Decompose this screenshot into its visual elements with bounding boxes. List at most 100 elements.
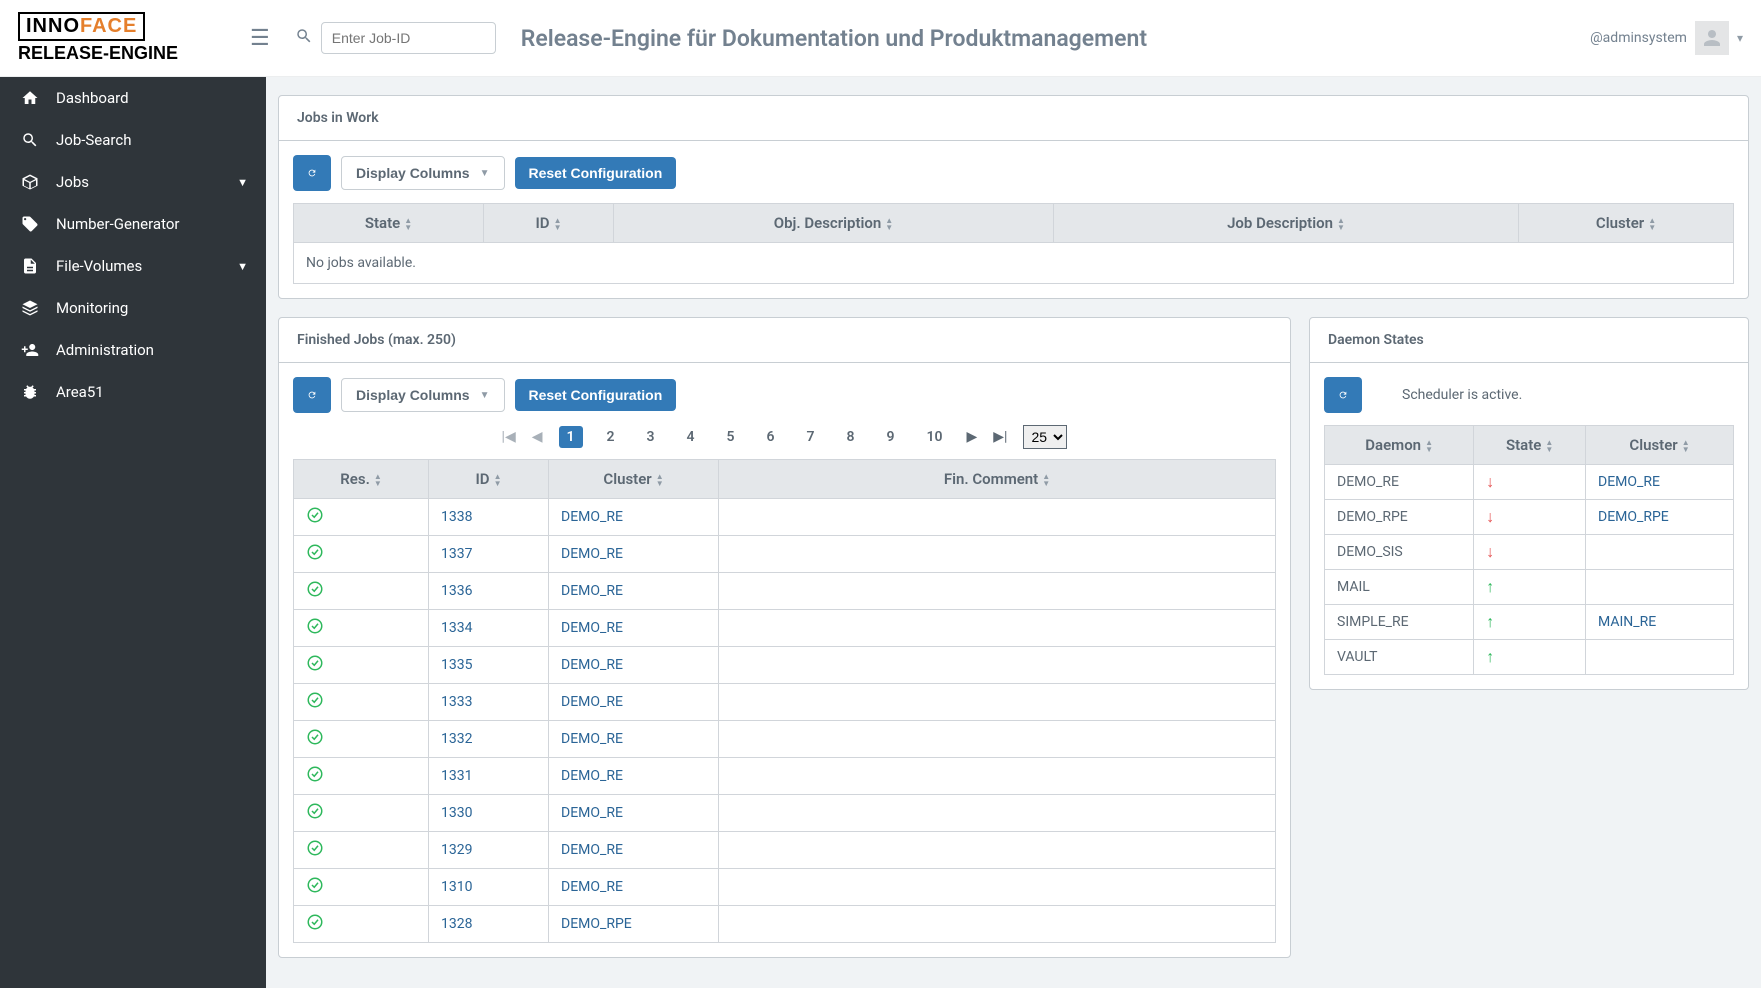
table-row: 1330 DEMO_RE xyxy=(294,795,1276,832)
table-row: 1335 DEMO_RE xyxy=(294,647,1276,684)
refresh-button[interactable] xyxy=(1324,377,1362,413)
column-header[interactable]: ID▲▼ xyxy=(429,460,549,499)
job-id-link[interactable]: 1333 xyxy=(441,694,472,710)
sidebar-item-label: Job-Search xyxy=(56,131,131,149)
job-id-link[interactable]: 1332 xyxy=(441,731,472,747)
finished-jobs-toolbar: Display Columns▼ Reset Configuration xyxy=(293,377,1276,413)
column-header[interactable]: Cluster▲▼ xyxy=(1586,426,1734,465)
page-number[interactable]: 2 xyxy=(599,426,623,448)
column-header[interactable]: ID▲▼ xyxy=(484,204,614,243)
sidebar-item-label: Administration xyxy=(56,341,154,359)
page-last-icon[interactable]: ▶| xyxy=(993,429,1007,445)
sort-icon: ▲▼ xyxy=(885,217,893,231)
hamburger-icon[interactable]: ☰ xyxy=(250,26,270,51)
sidebar-item-monitoring[interactable]: Monitoring xyxy=(0,287,266,329)
sort-icon: ▲▼ xyxy=(404,217,412,231)
page-next-icon[interactable]: ▶ xyxy=(967,429,978,445)
job-id-link[interactable]: 1330 xyxy=(441,805,472,821)
success-icon xyxy=(306,882,324,898)
tag-icon xyxy=(18,215,42,233)
comment-cell xyxy=(719,610,1276,647)
page-number[interactable]: 9 xyxy=(879,426,903,448)
cluster-link[interactable]: DEMO_RE xyxy=(561,879,623,895)
comment-cell xyxy=(719,906,1276,943)
comment-cell xyxy=(719,832,1276,869)
main-content: Jobs in Work Display Columns▼ Reset Conf… xyxy=(266,0,1761,988)
cluster-link[interactable]: DEMO_RPE xyxy=(1598,509,1669,525)
reset-configuration-button[interactable]: Reset Configuration xyxy=(515,379,677,411)
cluster-link[interactable]: DEMO_RE xyxy=(561,546,623,562)
job-id-link[interactable]: 1338 xyxy=(441,509,472,525)
sidebar-item-job-search[interactable]: Job-Search xyxy=(0,119,266,161)
sidebar-item-area51[interactable]: Area51 xyxy=(0,371,266,413)
page-number[interactable]: 3 xyxy=(639,426,663,448)
table-row: VAULT↑ xyxy=(1325,640,1734,675)
column-header[interactable]: Job Description▲▼ xyxy=(1054,204,1519,243)
page-number[interactable]: 8 xyxy=(839,426,863,448)
job-id-link[interactable]: 1337 xyxy=(441,546,472,562)
job-id-link[interactable]: 1331 xyxy=(441,768,472,784)
column-header[interactable]: State▲▼ xyxy=(294,204,484,243)
cluster-link[interactable]: DEMO_RPE xyxy=(561,916,632,932)
finished-jobs-panel: Finished Jobs (max. 250) Display Columns… xyxy=(278,317,1291,958)
column-header[interactable]: Cluster▲▼ xyxy=(1519,204,1734,243)
job-id-link[interactable]: 1310 xyxy=(441,879,472,895)
sidebar-item-jobs[interactable]: Jobs▼ xyxy=(0,161,266,203)
column-header[interactable]: Res.▲▼ xyxy=(294,460,429,499)
cluster-link[interactable]: MAIN_RE xyxy=(1598,614,1656,630)
column-header[interactable]: Daemon▲▼ xyxy=(1325,426,1474,465)
column-header[interactable]: Fin. Comment▲▼ xyxy=(719,460,1276,499)
sidebar-item-number-generator[interactable]: Number-Generator xyxy=(0,203,266,245)
job-id-link[interactable]: 1328 xyxy=(441,916,472,932)
page-number[interactable]: 6 xyxy=(759,426,783,448)
cluster-link[interactable]: DEMO_RE xyxy=(561,509,623,525)
sidebar-item-administration[interactable]: Administration xyxy=(0,329,266,371)
column-header[interactable]: State▲▼ xyxy=(1474,426,1586,465)
page-first-icon[interactable]: |◀ xyxy=(502,429,516,445)
column-header[interactable]: Obj. Description▲▼ xyxy=(614,204,1054,243)
arrow-up-icon: ↑ xyxy=(1486,612,1494,631)
refresh-button[interactable] xyxy=(293,377,331,413)
table-row: 1334 DEMO_RE xyxy=(294,610,1276,647)
comment-cell xyxy=(719,573,1276,610)
cluster-link[interactable]: DEMO_RE xyxy=(1598,474,1660,490)
page-number[interactable]: 4 xyxy=(679,426,703,448)
cluster-link[interactable]: DEMO_RE xyxy=(561,583,623,599)
job-id-link[interactable]: 1335 xyxy=(441,657,472,673)
top-header: INNOFACE RELEASE-ENGINE ☰ Release-Engine… xyxy=(0,0,1761,77)
user-menu[interactable]: @adminsystem ▾ xyxy=(1590,21,1743,55)
cluster-link[interactable]: DEMO_RE xyxy=(561,694,623,710)
user-plus-icon xyxy=(18,341,42,359)
cluster-link[interactable]: DEMO_RE xyxy=(561,768,623,784)
sort-icon: ▲▼ xyxy=(1682,439,1690,453)
jobs-in-work-title: Jobs in Work xyxy=(279,96,1748,141)
job-id-link[interactable]: 1329 xyxy=(441,842,472,858)
job-id-link[interactable]: 1334 xyxy=(441,620,472,636)
search-input[interactable] xyxy=(321,22,496,54)
page-number[interactable]: 1 xyxy=(559,426,583,448)
page-prev-icon[interactable]: ◀ xyxy=(532,429,543,445)
sidebar-item-file-volumes[interactable]: File-Volumes▼ xyxy=(0,245,266,287)
column-header[interactable]: Cluster▲▼ xyxy=(549,460,719,499)
page-number[interactable]: 10 xyxy=(919,426,951,448)
page-size-select[interactable]: 25 xyxy=(1023,425,1067,449)
sidebar-item-dashboard[interactable]: Dashboard xyxy=(0,77,266,119)
page-title: Release-Engine für Dokumentation und Pro… xyxy=(521,25,1590,52)
sort-icon: ▲▼ xyxy=(374,473,382,487)
comment-cell xyxy=(719,536,1276,573)
display-columns-dropdown[interactable]: Display Columns▼ xyxy=(341,378,505,412)
page-number[interactable]: 5 xyxy=(719,426,743,448)
cluster-link[interactable]: DEMO_RE xyxy=(561,731,623,747)
sidebar-item-label: Monitoring xyxy=(56,299,128,317)
cluster-link[interactable]: DEMO_RE xyxy=(561,620,623,636)
refresh-button[interactable] xyxy=(293,155,331,191)
table-row: DEMO_SIS↓ xyxy=(1325,535,1734,570)
job-id-link[interactable]: 1336 xyxy=(441,583,472,599)
cluster-link[interactable]: DEMO_RE xyxy=(561,842,623,858)
display-columns-dropdown[interactable]: Display Columns▼ xyxy=(341,156,505,190)
cluster-link[interactable]: DEMO_RE xyxy=(561,805,623,821)
page-number[interactable]: 7 xyxy=(799,426,823,448)
cluster-link[interactable]: DEMO_RE xyxy=(561,657,623,673)
reset-configuration-button[interactable]: Reset Configuration xyxy=(515,157,677,189)
daemon-states-panel: Daemon States Scheduler is active. Daemo… xyxy=(1309,317,1749,690)
